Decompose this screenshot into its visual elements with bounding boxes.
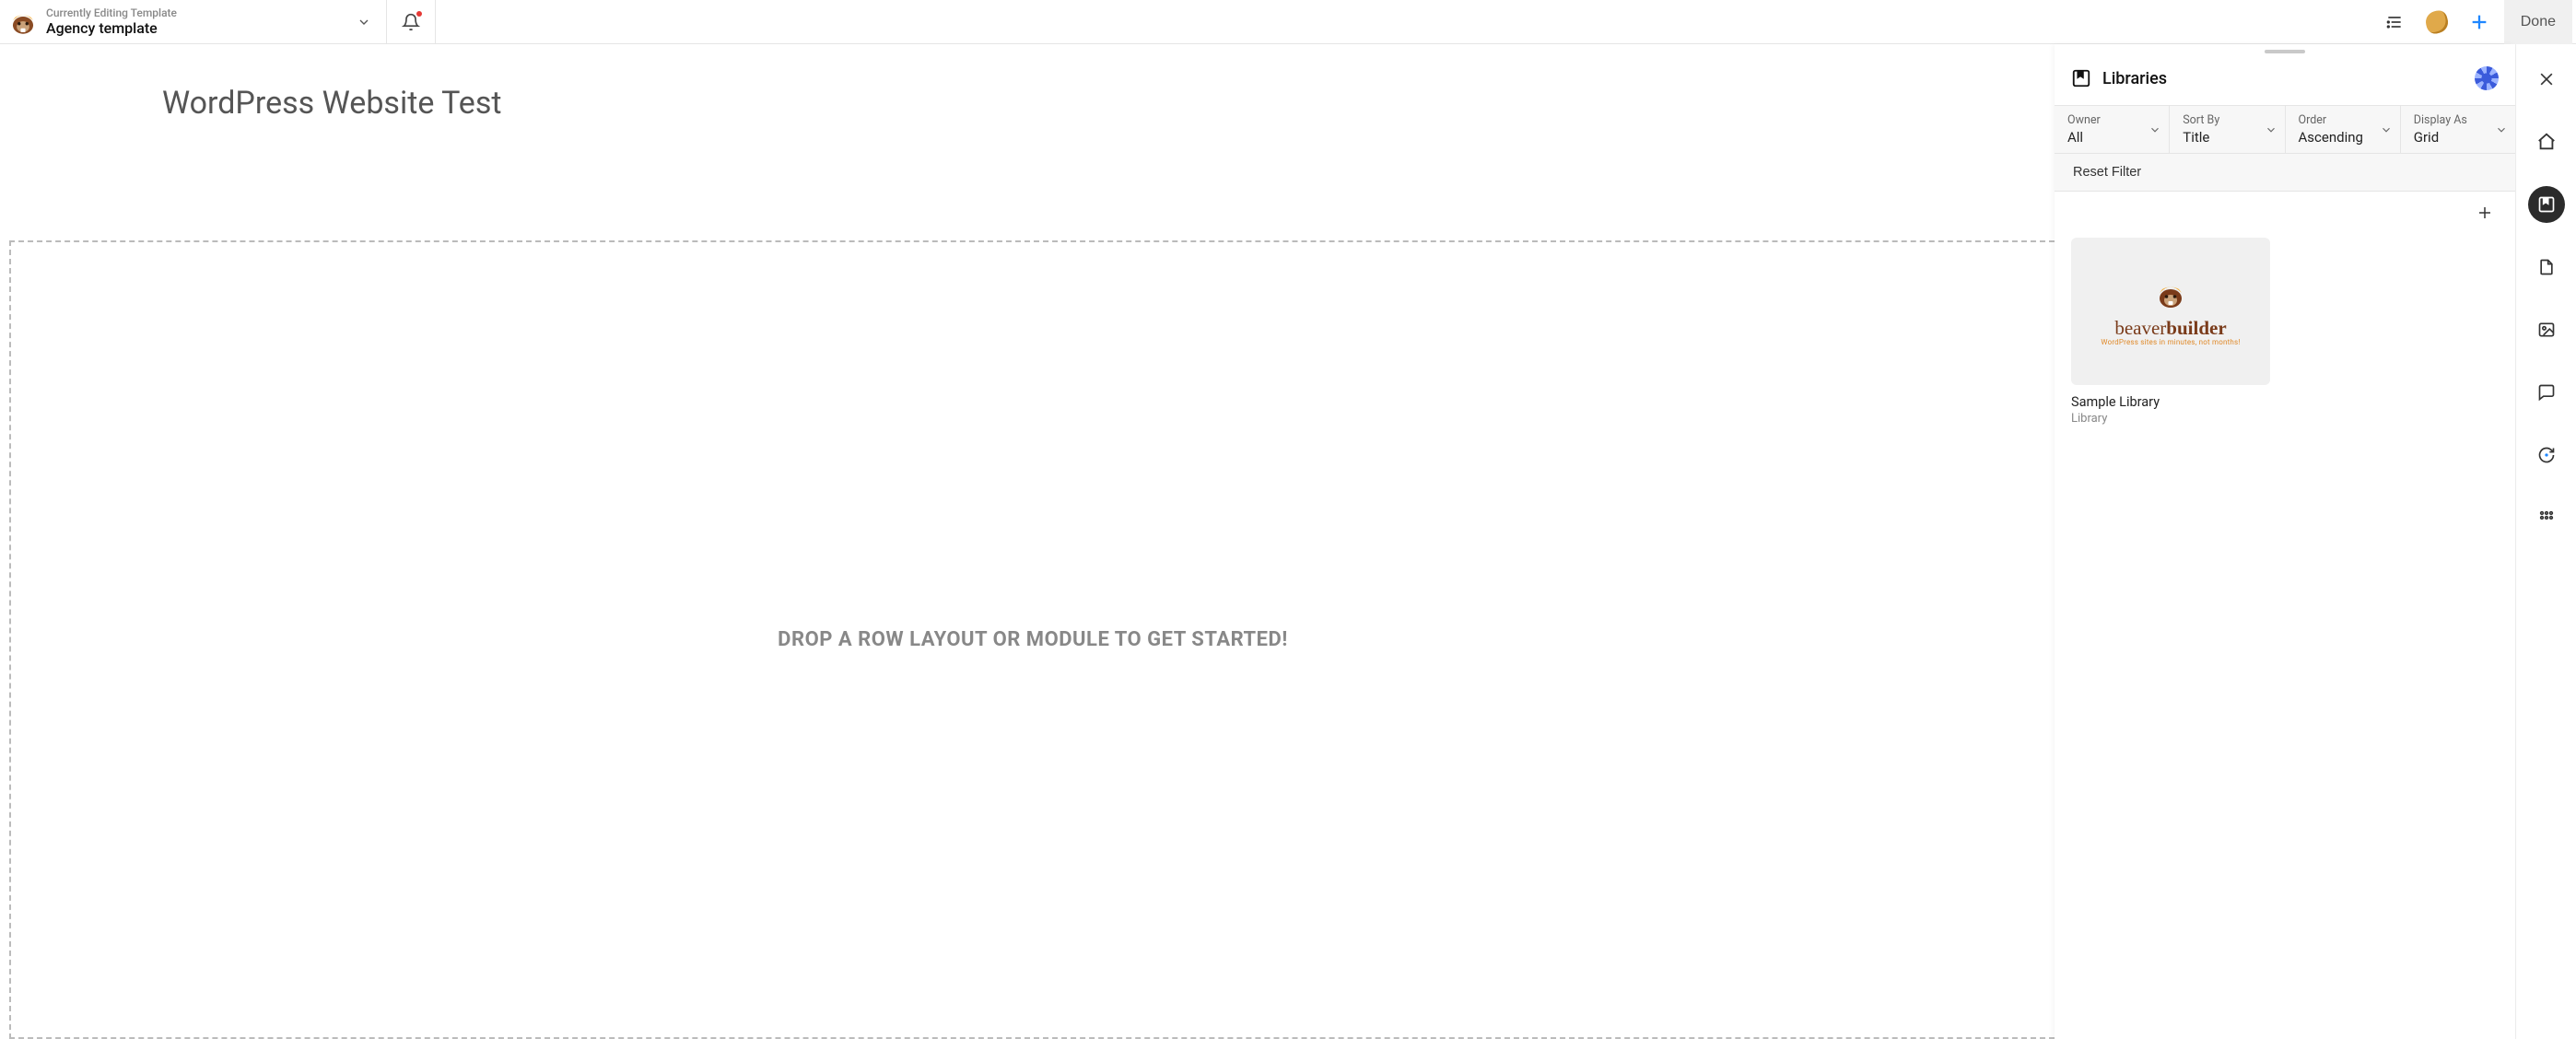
filter-sort-by[interactable]: Sort By Title xyxy=(2170,106,2285,153)
title-block: Currently Editing Template Agency templa… xyxy=(46,6,344,38)
rail-comment-button[interactable] xyxy=(2528,374,2565,411)
beaver-logo-icon xyxy=(7,6,39,38)
done-button[interactable]: Done xyxy=(2504,0,2572,44)
filter-display-as[interactable]: Display As Grid xyxy=(2401,106,2515,153)
panel-drag-handle[interactable] xyxy=(2265,50,2305,53)
chevron-down-icon xyxy=(2149,123,2161,136)
notifications-area xyxy=(387,0,436,43)
image-icon xyxy=(2537,321,2556,339)
bookmark-box-icon xyxy=(2537,195,2556,214)
plus-icon xyxy=(2476,204,2493,221)
reset-filter-button[interactable]: Reset Filter xyxy=(2055,154,2160,191)
filter-owner[interactable]: Owner All xyxy=(2055,106,2170,153)
chevron-down-icon xyxy=(2380,123,2393,136)
grid-dots-icon xyxy=(2537,508,2556,527)
filter-order[interactable]: Order Ascending xyxy=(2286,106,2401,153)
page-icon xyxy=(2537,258,2556,276)
topbar: Currently Editing Template Agency templa… xyxy=(0,0,2576,44)
notifications-button[interactable] xyxy=(402,13,420,31)
sync-icon xyxy=(2537,446,2556,464)
comment-icon xyxy=(2537,383,2556,402)
topbar-title-area: Currently Editing Template Agency templa… xyxy=(0,0,387,43)
template-title: Agency template xyxy=(46,19,344,37)
chevron-down-icon xyxy=(2495,123,2508,136)
library-thumbnail: beaverbuilder WordPress sites in minutes… xyxy=(2071,238,2270,385)
library-name: Sample Library xyxy=(2071,394,2270,410)
cookie-icon xyxy=(2423,8,2450,35)
rail-page-button[interactable] xyxy=(2528,249,2565,286)
outline-icon xyxy=(2385,13,2404,31)
filter-label: Owner xyxy=(2067,113,2156,127)
right-rail xyxy=(2515,44,2576,1039)
filter-value: All xyxy=(2067,129,2156,146)
rail-apps-button[interactable] xyxy=(2528,499,2565,536)
add-library-button[interactable] xyxy=(2471,199,2499,227)
filter-bar: Owner All Sort By Title Order Ascending … xyxy=(2055,105,2515,154)
panel-title: Libraries xyxy=(2102,69,2464,88)
loading-spinner-icon xyxy=(2475,66,2499,90)
title-dropdown-button[interactable] xyxy=(351,9,377,35)
site-title: WordPress Website Test xyxy=(0,44,2055,126)
rail-image-button[interactable] xyxy=(2528,311,2565,348)
add-content-button[interactable] xyxy=(2462,5,2497,40)
panel-body: beaverbuilder WordPress sites in minutes… xyxy=(2055,192,2515,1039)
beaver-mascot-icon xyxy=(2152,276,2189,313)
workspace: WordPress Website Test DROP A ROW LAYOUT… xyxy=(0,44,2576,1039)
library-grid: beaverbuilder WordPress sites in minutes… xyxy=(2071,238,2499,426)
rail-sync-button[interactable] xyxy=(2528,437,2565,473)
library-type: Library xyxy=(2071,412,2270,426)
bookmark-box-icon xyxy=(2071,68,2091,88)
rail-home-button[interactable] xyxy=(2528,123,2565,160)
library-card[interactable]: beaverbuilder WordPress sites in minutes… xyxy=(2071,238,2270,426)
rail-library-button[interactable] xyxy=(2528,186,2565,223)
thumb-tagline: WordPress sites in minutes, not months! xyxy=(2101,338,2240,346)
notification-dot-icon xyxy=(416,11,422,17)
plus-icon xyxy=(2469,12,2489,32)
thumb-brand: beaverbuilder xyxy=(2114,317,2226,340)
home-icon xyxy=(2536,132,2557,152)
filter-label: Display As xyxy=(2414,113,2502,127)
filter-label: Sort By xyxy=(2183,113,2271,127)
rail-close-button[interactable] xyxy=(2528,61,2565,98)
reset-row: Reset Filter xyxy=(2055,154,2515,192)
filter-label: Order xyxy=(2299,113,2387,127)
chevron-down-icon xyxy=(357,15,371,29)
cookie-button[interactable] xyxy=(2419,5,2454,40)
outline-button[interactable] xyxy=(2377,5,2412,40)
libraries-panel: Libraries Owner All Sort By Title Order … xyxy=(2055,44,2515,1039)
filter-value: Ascending xyxy=(2299,129,2387,146)
drop-zone[interactable]: DROP A ROW LAYOUT OR MODULE TO GET START… xyxy=(9,240,2055,1039)
filter-value: Title xyxy=(2183,129,2271,146)
drop-zone-label: DROP A ROW LAYOUT OR MODULE TO GET START… xyxy=(778,628,1288,651)
editing-eyebrow: Currently Editing Template xyxy=(46,6,344,19)
canvas: WordPress Website Test DROP A ROW LAYOUT… xyxy=(0,44,2055,1039)
topbar-actions: Done xyxy=(2377,0,2576,43)
filter-value: Grid xyxy=(2414,129,2502,146)
chevron-down-icon xyxy=(2265,123,2277,136)
close-icon xyxy=(2537,70,2556,88)
